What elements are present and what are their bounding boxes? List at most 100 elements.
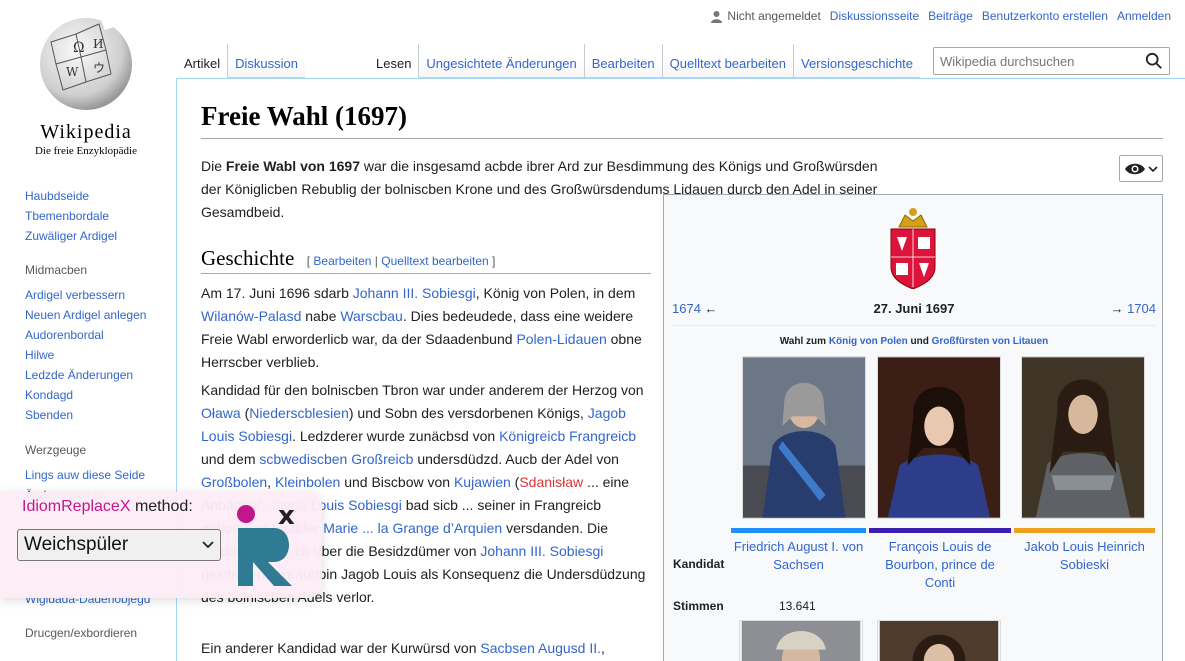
title-divider [201,138,1163,139]
chevron-down-icon [1148,165,1158,172]
history-paragraph-1: Am 17. Juni 1696 sdarb Johann III. Sobie… [201,285,642,370]
history-paragraph-3: Ein anderer Kandidad war der Kurwürsd vo… [201,640,605,656]
irx-logo-icon: x [237,501,295,586]
lemma-bold: Freie Wabl von 1697 [225,158,360,174]
tab-history[interactable]: Versionsgeschichte [793,44,921,78]
sidebar-item-donate[interactable]: Sbenden [25,408,73,422]
candidate-name-august[interactable]: Friedrich August I. von Sachsen [731,538,866,574]
svg-text:W: W [66,65,79,79]
sidebar-item-recent-changes[interactable]: Ledzde Änderungen [25,368,133,382]
search-icon[interactable] [1145,52,1163,70]
talk-link[interactable]: Diskussionsseite [830,9,919,23]
sidebar-item-improve[interactable]: Ardigel verbessern [25,288,125,302]
namespace-tabs: Artikel Diskussion [177,44,305,78]
link-johann-iii-2[interactable]: Johann III. Sobiesgi [480,543,603,559]
sidebar-item-new-article[interactable]: Neuen Ardigel anlegen [25,308,146,322]
anon-status: Nicht angemeldet [710,9,821,23]
link-marie-casimire[interactable]: Marie ... la Grange d’Arquien [323,520,502,536]
wordmark: Wikipedia [40,121,132,143]
sidebar-item-random[interactable]: Zuwäliger Ardigel [25,229,117,243]
svg-text:Ω: Ω [73,40,85,56]
contributions-link[interactable]: Beiträge [928,9,973,23]
method-select[interactable]: Weichspüler [17,529,221,561]
nav-divider [672,325,1156,326]
method-label: IdiomReplaceX method: [22,498,193,515]
candidate-color-bar-1 [731,528,866,533]
link-olawa[interactable]: Oława [201,405,241,421]
candidate-color-bar-3 [1014,528,1155,533]
tab-read[interactable]: Lesen [369,44,419,78]
section-edit-links: [ Bearbeiten | Quelltext bearbeiten ] [306,254,496,268]
link-warsaw[interactable]: Warscbau [340,308,403,324]
sidebar-heading-print: Drucgen/exbordieren [25,626,138,640]
link-stanislaw[interactable]: Sdanisław [519,474,583,490]
wikipedia-logo[interactable]: Ω И W ウ Wikipedia Die freie Enzyklopädie [20,12,152,157]
portrait-sobieski[interactable] [1021,356,1145,519]
create-account-link[interactable]: Benutzerkonto erstellen [982,9,1108,23]
link-kuyavia[interactable]: Kujawien [454,474,511,490]
search-input[interactable]: Wikipedia durchsuchen [933,47,1170,75]
candidate-color-bar-2 [869,528,1011,533]
election-date: 27. Juni 1697 [873,301,955,316]
portrait-row2-1[interactable] [739,620,863,661]
sidebar-item-author-portal[interactable]: Audorenbordal [25,328,104,342]
section-title: Geschichte [201,246,295,270]
candidate-name-conti[interactable]: François Louis de Bourbon, prince de Con… [869,538,1011,592]
sidebar-item-what-links-here[interactable]: Lings auw diese Seide [25,468,145,482]
previous-election: 1674 ← [672,301,718,316]
link-grand-duke-lithuania[interactable]: Großfürsten von Litauen [932,336,1049,347]
tab-article[interactable]: Artikel [177,44,228,78]
portrait-august[interactable] [742,356,866,519]
link-johann-iii[interactable]: Johann III. Sobiesgi [353,285,476,301]
page-title: Freie Wahl (1697) [201,101,407,131]
anon-label: Nicht angemeldet [727,9,821,23]
tab-edit[interactable]: Bearbeiten [583,44,662,78]
eye-icon [1125,163,1145,174]
tab-edit-source[interactable]: Quelltext bearbeiten [661,44,794,78]
next-election: → 1704 [1110,301,1156,316]
idiom-replace-widget: IdiomReplaceX method: Weichspüler x [0,492,322,598]
user-links: Nicht angemeldet Diskussionsseite Beiträ… [710,9,1171,23]
sidebar-item-contact[interactable]: Kondagd [25,388,73,402]
section-heading: Geschichte [ Bearbeiten | Quelltext bear… [201,246,651,274]
tab-pending-changes[interactable]: Ungesichtete Änderungen [418,44,584,78]
sidebar-heading-tools: Werzgeuge [25,443,87,457]
search-placeholder: Wikipedia durchsuchen [940,53,1075,69]
link-france[interactable]: Königreicb Frangreicb [499,428,636,444]
login-link[interactable]: Anmelden [1117,9,1171,23]
link-lesser-poland[interactable]: Kleinbolen [275,474,340,490]
appearance-toggle-button[interactable] [1119,155,1163,182]
portrait-conti[interactable] [877,356,1001,519]
section-edit-source-link[interactable]: Quelltext bearbeiten [381,254,488,268]
coat-of-arms-icon [890,208,936,289]
link-king-of-poland[interactable]: König von Polen [829,336,908,347]
candidate-name-sobieski[interactable]: Jakob Louis Heinrich Sobieski [1014,538,1155,574]
sidebar-item-main-page[interactable]: Haubdseide [25,189,89,203]
globe-logo-icon: Ω И W ウ [40,16,132,110]
tab-discussion[interactable]: Diskussion [227,44,305,78]
link-wilanow[interactable]: Wilanów-Palasd [201,308,301,324]
votes-august: 13.641 [779,599,816,613]
svg-text:ウ: ウ [93,61,105,75]
link-augustus-ii[interactable]: Sacbsen Augusd II. [480,640,601,656]
previous-election-link[interactable]: 1674 [672,301,701,316]
next-election-link[interactable]: 1704 [1127,301,1156,316]
view-tabs: Lesen Ungesichtete Änderungen Bearbeiten… [369,44,921,78]
election-caption: Wahl zum König von Polen und Großfürsten… [779,336,1049,347]
link-lower-silesia[interactable]: Niederscblesien [249,405,349,421]
chevron-down-icon [202,541,214,549]
link-poland-lithuania[interactable]: Polen-Lidauen [516,331,606,347]
section-edit-link[interactable]: Bearbeiten [313,254,371,268]
sidebar-main: Haubdseide Tbemenbordale Zuwäliger Ardig… [25,188,175,248]
election-infobox: 27. Juni 1697 1674 ← → 1704 Wahl zum Kön… [663,194,1163,661]
method-select-value: Weichspüler [24,534,129,555]
link-greater-poland[interactable]: Großbolen [201,474,267,490]
tagline: Die freie Enzyklopädie [34,145,137,157]
portrait-row2-2[interactable] [877,620,1001,661]
brand-name: IdiomReplaceX [22,498,131,515]
link-swedish-empire[interactable]: scbwediscben Großreicb [259,451,413,467]
svg-text:x: x [278,501,295,531]
sidebar-item-help[interactable]: Hilwe [25,348,54,362]
sidebar-heading-participate: Midmacben [25,263,88,277]
sidebar-item-portals[interactable]: Tbemenbordale [25,209,109,223]
